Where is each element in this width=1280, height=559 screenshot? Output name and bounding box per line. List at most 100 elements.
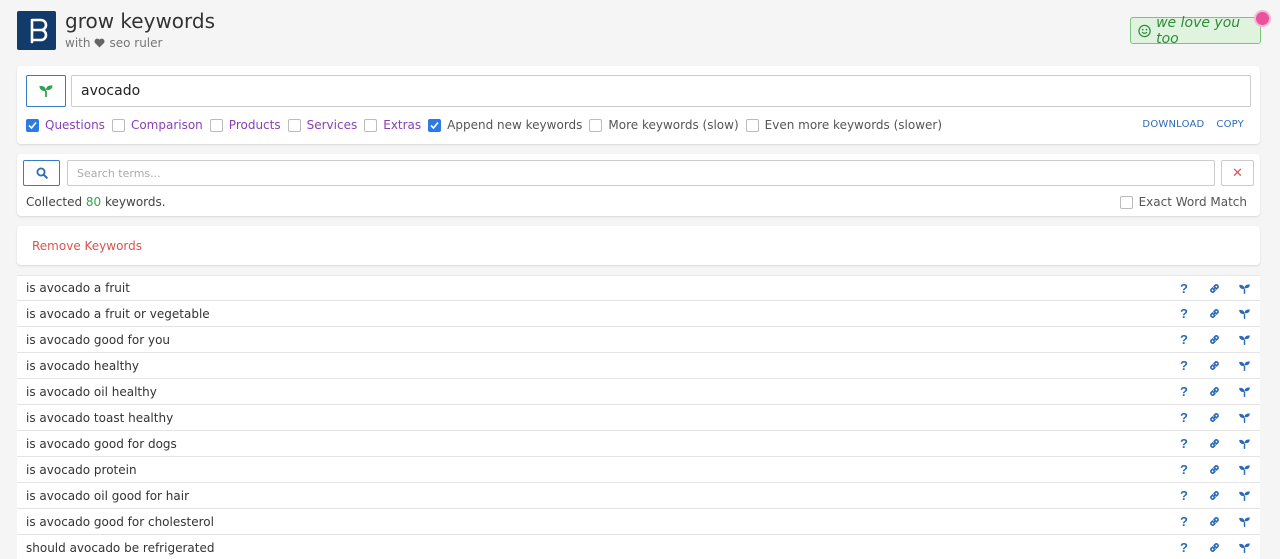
sprout-icon[interactable] [1237, 463, 1251, 477]
sprout-svg [1238, 542, 1250, 553]
link-icon[interactable] [1207, 307, 1221, 321]
keyword-row[interactable]: is avocado protein? [17, 457, 1260, 483]
search-icon [36, 167, 48, 179]
option-questions[interactable]: Questions [26, 118, 105, 132]
row-actions: ? [1177, 379, 1251, 404]
keyword-row[interactable]: is avocado a fruit or vegetable? [17, 301, 1260, 327]
sprout-svg [1238, 516, 1250, 527]
option-services[interactable]: Services [287, 118, 358, 132]
more-checkbox[interactable] [589, 118, 603, 132]
close-icon: ✕ [1232, 165, 1243, 180]
option-comparison[interactable]: Comparison [111, 118, 203, 132]
copy-link[interactable]: COPY [1216, 119, 1244, 130]
question-icon[interactable]: ? [1177, 332, 1191, 347]
option-append[interactable]: Append new keywords [428, 118, 582, 132]
option-more[interactable]: More keywords (slow) [589, 118, 739, 132]
keyword-input[interactable] [71, 75, 1251, 107]
append-label: Append new keywords [447, 118, 583, 132]
append-checkbox[interactable] [428, 118, 442, 132]
even-more-checkbox[interactable] [745, 118, 759, 132]
question-icon[interactable]: ? [1177, 462, 1191, 477]
option-even-more[interactable]: Even more keywords (slower) [745, 118, 942, 132]
keyword-row[interactable]: is avocado oil good for hair? [17, 483, 1260, 509]
collected-suffix: keywords. [105, 195, 166, 209]
keyword-text: is avocado good for you [26, 332, 171, 347]
search-input[interactable] [67, 160, 1215, 186]
link-icon[interactable] [1207, 463, 1221, 477]
keyword-text: is avocado toast healthy [26, 410, 174, 425]
question-icon[interactable]: ? [1177, 306, 1191, 321]
keyword-row[interactable]: is avocado a fruit? [17, 275, 1260, 301]
sprout-icon[interactable] [1237, 411, 1251, 425]
question-icon[interactable]: ? [1177, 488, 1191, 503]
exact-match-label: Exact Word Match [1138, 195, 1247, 209]
link-svg [1209, 543, 1219, 552]
link-icon[interactable] [1207, 385, 1221, 399]
keyword-row[interactable]: is avocado good for dogs? [17, 431, 1260, 457]
sprout-icon[interactable] [1237, 282, 1251, 296]
services-checkbox[interactable] [287, 118, 301, 132]
option-products[interactable]: Products [209, 118, 281, 132]
app-logo[interactable] [17, 11, 56, 50]
sprout-icon[interactable] [1237, 437, 1251, 451]
sprout-svg [1238, 360, 1250, 371]
download-link[interactable]: DOWNLOAD [1142, 119, 1204, 130]
sprout-icon[interactable] [1237, 385, 1251, 399]
link-svg [1209, 517, 1219, 526]
extras-checkbox[interactable] [364, 118, 378, 132]
option-extras[interactable]: Extras [364, 118, 421, 132]
question-icon[interactable]: ? [1177, 410, 1191, 425]
sprout-icon[interactable] [1237, 307, 1251, 321]
link-icon[interactable] [1207, 489, 1221, 503]
sprout-icon[interactable] [1237, 333, 1251, 347]
exact-match-option[interactable]: Exact Word Match [1119, 195, 1247, 209]
products-checkbox[interactable] [209, 118, 223, 132]
services-label: Services [306, 118, 358, 132]
link-icon[interactable] [1207, 437, 1221, 451]
questions-checkbox[interactable] [26, 118, 39, 132]
link-icon[interactable] [1207, 359, 1221, 373]
keyword-text: is avocado good for dogs [26, 436, 177, 451]
smile-icon [1138, 24, 1151, 37]
app-subtitle: with seo ruler [65, 36, 162, 50]
sprout-svg [1238, 308, 1250, 319]
sprout-icon[interactable] [1237, 541, 1251, 555]
link-icon[interactable] [1207, 541, 1221, 555]
keyword-row[interactable]: is avocado toast healthy? [17, 405, 1260, 431]
exact-match-checkbox[interactable] [1119, 195, 1133, 209]
sprout-icon [39, 85, 53, 97]
search-button[interactable] [23, 160, 60, 186]
keyword-row[interactable]: should avocado be refrigerated? [17, 535, 1260, 559]
keyword-text: is avocado a fruit [26, 281, 130, 295]
question-icon[interactable]: ? [1177, 384, 1191, 399]
row-actions: ? [1177, 431, 1251, 456]
question-icon[interactable]: ? [1177, 540, 1191, 555]
link-icon[interactable] [1207, 333, 1221, 347]
keyword-row[interactable]: is avocado good for you? [17, 327, 1260, 353]
love-button[interactable]: we love you too [1130, 15, 1261, 47]
keyword-text: is avocado a fruit or vegetable [26, 306, 210, 321]
link-icon[interactable] [1207, 515, 1221, 529]
sprout-icon[interactable] [1237, 515, 1251, 529]
question-icon[interactable]: ? [1177, 358, 1191, 373]
comparison-checkbox[interactable] [111, 118, 125, 132]
remove-keywords-link[interactable]: Remove Keywords [32, 239, 142, 253]
keyword-row[interactable]: is avocado healthy? [17, 353, 1260, 379]
question-icon[interactable]: ? [1177, 281, 1191, 296]
keyword-text: is avocado oil healthy [26, 384, 157, 399]
grow-panel: Questions Comparison Products Services E… [17, 66, 1260, 144]
link-icon[interactable] [1207, 282, 1221, 296]
grow-button[interactable] [26, 75, 66, 107]
question-icon[interactable]: ? [1177, 514, 1191, 529]
question-icon[interactable]: ? [1177, 436, 1191, 451]
row-actions: ? [1177, 405, 1251, 430]
extras-label: Extras [383, 118, 422, 132]
sprout-icon[interactable] [1237, 359, 1251, 373]
link-svg [1209, 361, 1219, 370]
keyword-row[interactable]: is avocado oil healthy? [17, 379, 1260, 405]
sprout-icon[interactable] [1237, 489, 1251, 503]
link-svg [1209, 491, 1219, 500]
keyword-row[interactable]: is avocado good for cholesterol? [17, 509, 1260, 535]
clear-search-button[interactable]: ✕ [1221, 160, 1254, 186]
link-icon[interactable] [1207, 411, 1221, 425]
